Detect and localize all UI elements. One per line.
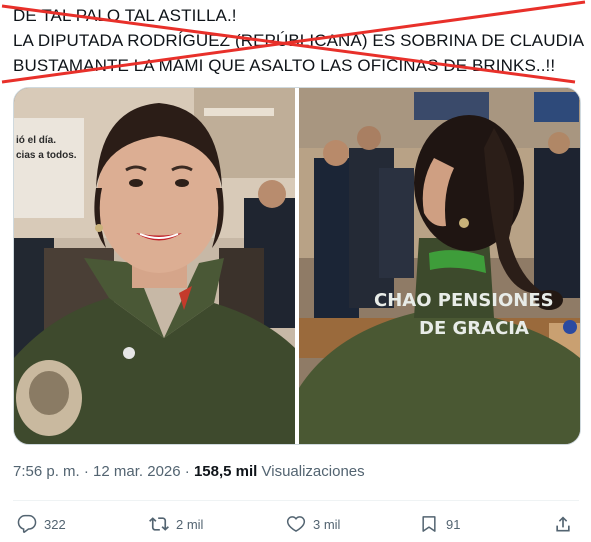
post-line-3: BUSTAMANTE LA MAMI QUE ASALTO LAS OFICIN… — [13, 56, 556, 75]
post-line-1: DE TAL PALO TAL ASTILLA.! — [13, 6, 237, 25]
left-screen-text-1: ió el día. — [16, 135, 56, 146]
post-date[interactable]: 12 mar. 2026 — [93, 463, 181, 480]
bookmark-icon — [422, 516, 436, 532]
media-photos: ió el día. cias a todos. CHAO PENSIONES … — [14, 88, 580, 444]
share-button[interactable] — [553, 510, 573, 538]
reply-icon — [17, 514, 37, 533]
meta-separator: · — [184, 463, 190, 480]
like-button[interactable]: 3 mil — [286, 510, 340, 538]
meta-separator: · — [83, 463, 89, 480]
bookmark-button[interactable]: 91 — [419, 510, 460, 538]
post-time[interactable]: 7:56 p. m. — [13, 463, 80, 480]
reply-count: 322 — [44, 516, 66, 532]
views-count: 158,5 mil — [193, 463, 258, 480]
reply-button[interactable]: 322 — [17, 510, 66, 538]
divider — [13, 500, 579, 501]
post-line-2: LA DIPUTADA RODRÍGUEZ (REPÚBLICANA) ES S… — [13, 31, 585, 50]
left-photo: ió el día. cias a todos. — [14, 88, 295, 444]
like-count: 3 mil — [313, 516, 341, 532]
post-meta: 7:56 p. m. · 12 mar. 2026 · 158,5 mil Vi… — [13, 463, 365, 480]
jacket-text-line-1: CHAO PENSIONES — [374, 290, 554, 311]
repost-icon — [149, 517, 169, 531]
views-label: Visualizaciones — [261, 463, 365, 480]
repost-count: 2 mil — [176, 516, 204, 532]
share-icon — [556, 516, 570, 532]
bookmark-count: 91 — [446, 516, 461, 532]
repost-button[interactable]: 2 mil — [149, 510, 203, 538]
post-media[interactable]: ió el día. cias a todos. CHAO PENSIONES … — [13, 87, 581, 445]
post-text: DE TAL PALO TAL ASTILLA.! LA DIPUTADA RO… — [13, 3, 585, 78]
heart-icon — [286, 516, 306, 532]
right-photo: CHAO PENSIONES DE GRACIA — [299, 88, 580, 444]
left-screen-text-2: cias a todos. — [16, 150, 77, 161]
jacket-text-line-2: DE GRACIA — [419, 318, 529, 339]
action-bar: 322 2 mil 3 mil 91 — [13, 510, 579, 538]
